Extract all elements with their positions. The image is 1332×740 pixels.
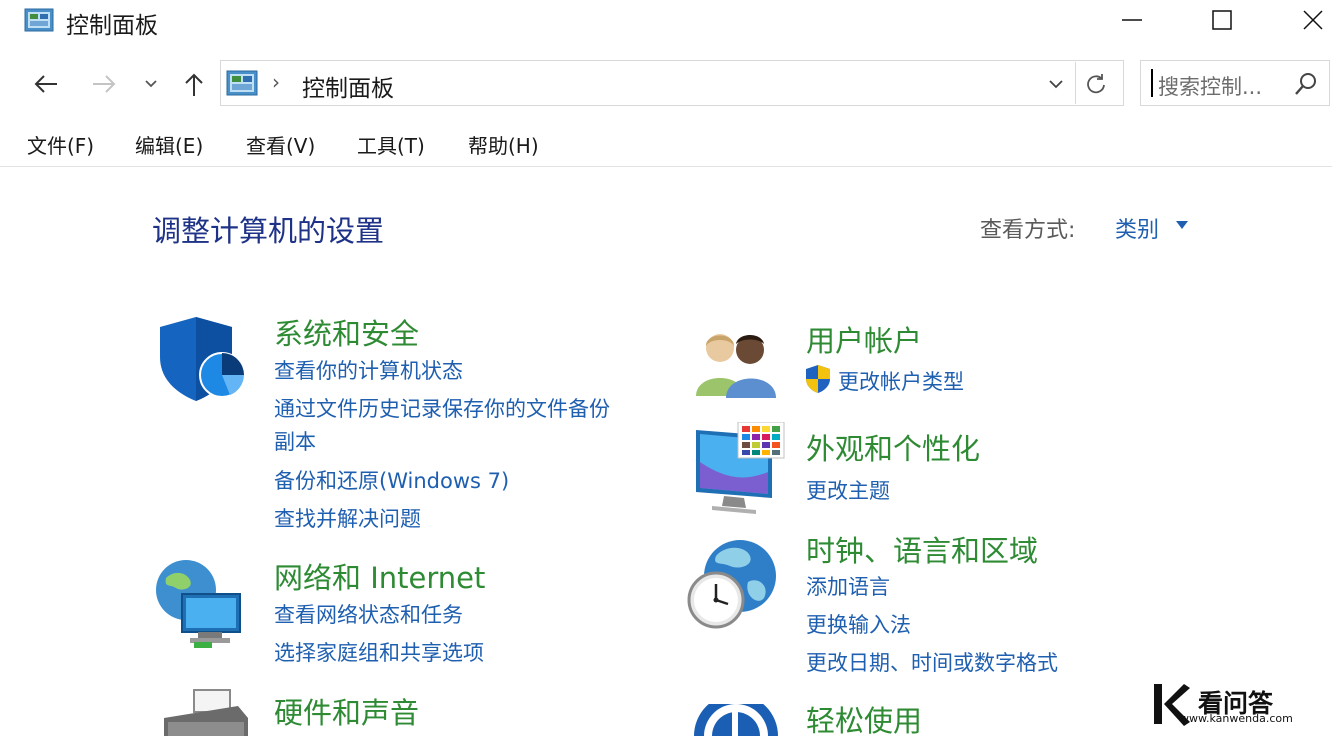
system-link-file-history[interactable]: 通过文件历史记录保存你的文件备份 [274,393,610,423]
menu-help[interactable]: 帮助(H) [468,130,539,159]
search-icon[interactable] [1292,70,1320,98]
clock-globe-icon [686,536,780,630]
address-divider [1075,62,1076,104]
network-globe-icon [154,558,250,650]
arrow-right-icon [93,75,116,93]
close-button[interactable] [1283,0,1332,40]
minimize-icon [1122,19,1142,21]
system-link-troubleshoot[interactable]: 查找并解决问题 [274,503,421,533]
network-link-homegroup[interactable]: 选择家庭组和共享选项 [274,637,484,667]
control-panel-app-icon [24,8,54,32]
network-link-status[interactable]: 查看网络状态和任务 [274,599,463,629]
arrow-left-icon [34,75,57,93]
view-by-dropdown[interactable]: 类别 [1115,212,1159,244]
system-security-title[interactable]: 系统和安全 [274,311,419,353]
menu-edit[interactable]: 编辑(E) [135,130,203,159]
user-accounts-title[interactable]: 用户帐户 [806,318,922,360]
printer-icon [158,688,250,736]
appearance-monitor-icon [694,421,786,516]
system-link-file-history-cont[interactable]: 副本 [274,426,316,456]
menu-tools[interactable]: 工具(T) [357,130,425,159]
menu-divider [0,166,1332,167]
system-link-backup[interactable]: 备份和还原(Windows 7) [274,465,509,495]
control-panel-icon [226,70,258,96]
page-title: 调整计算机的设置 [152,214,385,248]
refresh-icon [1087,74,1105,94]
forward-button[interactable] [86,66,122,102]
network-title[interactable]: 网络和 Internet [274,555,485,597]
clock-link-input-method[interactable]: 更换输入法 [806,609,911,639]
chevron-down-icon [145,80,157,88]
maximize-button[interactable] [1192,0,1252,40]
appearance-title[interactable]: 外观和个性化 [806,426,980,468]
up-button[interactable] [176,66,212,102]
close-icon [1303,10,1323,30]
uac-shield-icon [804,364,832,394]
arrow-up-icon [185,73,203,96]
window-title: 控制面板 [66,13,158,39]
clock-link-date-format[interactable]: 更改日期、时间或数字格式 [806,647,1058,677]
view-by-label: 查看方式: [980,218,1076,243]
watermark-url: www.kanwenda.com [1180,712,1293,725]
ease-of-access-icon [692,694,782,736]
appearance-link-theme[interactable]: 更改主题 [806,475,890,505]
breadcrumb[interactable]: 控制面板 [302,69,394,103]
minimize-button[interactable] [1102,0,1162,40]
refresh-button[interactable] [1080,68,1112,100]
breadcrumb-separator-icon: › [272,70,280,94]
maximize-icon [1212,10,1232,30]
users-link-change-type[interactable]: 更改帐户类型 [838,366,964,396]
clock-link-add-language[interactable]: 添加语言 [806,571,890,601]
search-placeholder: 搜索控制... [1158,75,1263,99]
back-button[interactable] [28,66,64,102]
dropdown-caret-icon[interactable] [1176,221,1188,229]
system-link-status[interactable]: 查看你的计算机状态 [274,355,463,385]
hardware-title[interactable]: 硬件和声音 [274,690,419,732]
text-caret [1151,69,1153,97]
ease-of-access-title[interactable]: 轻松使用 [806,698,922,740]
chevron-down-icon [1049,80,1063,89]
clock-region-title[interactable]: 时钟、语言和区域 [806,528,1038,570]
menu-file[interactable]: 文件(F) [27,130,94,159]
menu-view[interactable]: 查看(V) [246,130,315,159]
recent-locations-button[interactable] [136,66,166,102]
users-icon [692,326,780,398]
shield-icon [156,313,248,405]
address-history-button[interactable] [1040,68,1072,100]
